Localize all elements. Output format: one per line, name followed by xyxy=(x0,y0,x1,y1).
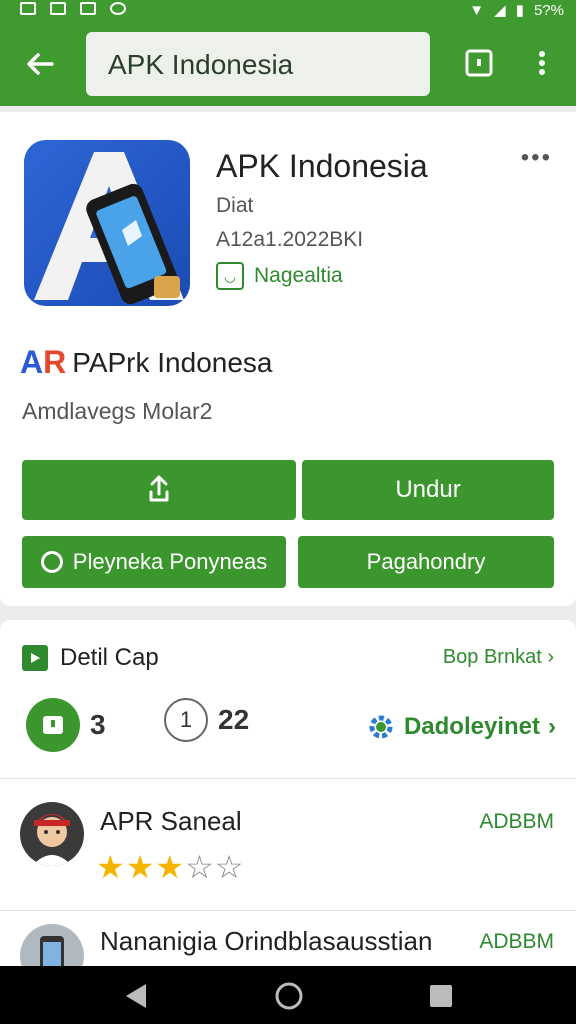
stat1-value: 3 xyxy=(90,709,106,740)
play-icon xyxy=(22,645,48,671)
app-title: APK Indonesia xyxy=(216,148,428,184)
share-button[interactable] xyxy=(22,460,296,520)
section-title: Detil Cap xyxy=(60,644,159,671)
search-text: APK Indonesia xyxy=(108,49,294,80)
brand-logo: AR xyxy=(20,344,67,380)
section-header: Detil Cap xyxy=(22,644,159,672)
app-badge[interactable]: ◡ Nagealtia xyxy=(216,262,343,290)
app-subtitle: Diat xyxy=(216,194,254,217)
review-tag: ADBBM xyxy=(479,930,554,953)
more-vert-icon[interactable] xyxy=(528,48,558,78)
review-name: Nananigia Orindblasausstian xyxy=(100,926,433,956)
more-options-icon[interactable]: ••• xyxy=(521,144,552,172)
app-info-card: APK Indonesia Diat A12a1.2022BKI ◡ Nagea… xyxy=(0,112,576,606)
brand-title: PAPrk Indonesa xyxy=(72,346,273,378)
back-arrow-icon[interactable] xyxy=(22,46,58,82)
bookmark-icon[interactable] xyxy=(464,48,494,78)
star-empty-icon: ☆ xyxy=(185,849,215,885)
bookmark-circle-icon xyxy=(26,698,80,752)
brand-subtitle: Amdlavegs Molar2 xyxy=(22,398,213,424)
count-circle: 1 xyxy=(164,698,208,742)
app-bar: APK Indonesia xyxy=(0,22,576,106)
notification-icon xyxy=(20,2,36,15)
brand-row: AR PAPrk Indonesa xyxy=(20,344,272,381)
download-label: Undur xyxy=(395,476,461,503)
chevron-right-icon: › xyxy=(548,713,556,740)
wifi-icon: ▼ xyxy=(469,1,485,19)
signal-icon: ◢ xyxy=(494,2,506,19)
stat2-value: 22 xyxy=(218,704,250,735)
preview-button[interactable]: Pleyneka Ponyneas xyxy=(22,536,286,588)
star-filled-icon: ★ xyxy=(96,849,126,885)
photo-icon xyxy=(50,2,66,15)
review-name: APR Saneal xyxy=(100,806,242,836)
star-filled-icon: ★ xyxy=(155,849,186,885)
gear-icon xyxy=(369,715,393,739)
divider xyxy=(0,778,576,779)
app-meta: A12a1.2022BKI xyxy=(216,228,364,251)
see-more-link[interactable]: Bop Brnkat › xyxy=(443,646,554,669)
page-button[interactable]: Pagahondry xyxy=(298,536,554,588)
developer-link[interactable]: Dadoleyinet › xyxy=(366,712,556,742)
divider xyxy=(0,910,576,911)
share-icon xyxy=(149,475,169,502)
stat-count: 1 22 xyxy=(164,698,249,742)
back-nav-icon[interactable] xyxy=(122,982,150,1015)
app-logo xyxy=(24,140,190,306)
page-label: Pagahondry xyxy=(366,549,486,574)
details-card: Detil Cap Bop Brnkat › 3 1 22 Dadoleyine… xyxy=(0,620,576,988)
star-rating: ★★★☆☆ xyxy=(96,848,244,886)
preview-label: Pleyneka Ponyneas xyxy=(72,549,268,574)
system-nav-bar xyxy=(0,966,576,1024)
sim-icon xyxy=(80,2,96,15)
battery-icon: ▮ xyxy=(515,2,524,19)
badge-icon: ◡ xyxy=(216,262,244,290)
search-bar[interactable]: APK Indonesia xyxy=(86,32,430,96)
star-filled-icon: ★ xyxy=(125,849,156,885)
download-button[interactable]: Undur xyxy=(302,460,554,520)
badge-label: Nagealtia xyxy=(254,264,343,287)
review-tag: ADBBM xyxy=(479,810,554,833)
home-nav-icon[interactable] xyxy=(274,981,304,1016)
stat-rating: 3 xyxy=(26,698,106,752)
status-bar: ▼ ◢ ▮ 5?% xyxy=(0,0,576,22)
app-icon xyxy=(110,2,126,15)
preview-icon xyxy=(40,551,63,573)
recents-nav-icon[interactable] xyxy=(428,983,454,1014)
avatar xyxy=(20,802,84,866)
chevron-right-icon: › xyxy=(547,646,554,668)
battery-text: 5?% xyxy=(533,1,564,19)
star-empty-icon: ☆ xyxy=(214,849,245,885)
